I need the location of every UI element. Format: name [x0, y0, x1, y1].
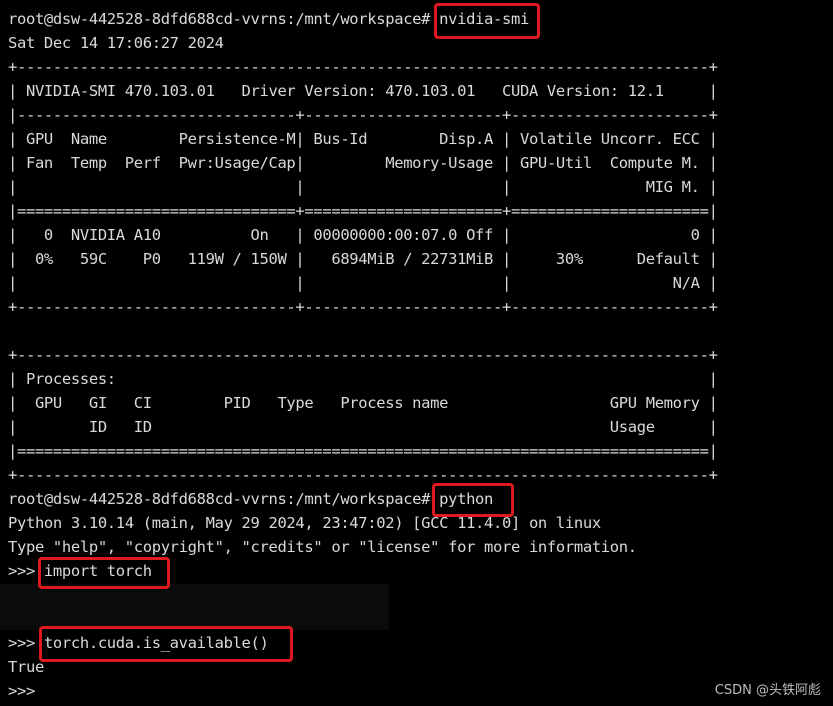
- shell-prompt-python: root@dsw-442528-8dfd688cd-vvrns:/mnt/wor…: [8, 490, 494, 508]
- gpu-row-3: | | | N/A |: [8, 274, 718, 292]
- processes-header-row-1: | GPU GI CI PID Type Process name GPU Me…: [8, 394, 718, 412]
- processes-border-top: +---------------------------------------…: [8, 346, 718, 364]
- processes-header-row-2: | ID ID Usage |: [8, 418, 718, 436]
- table-border-top: +---------------------------------------…: [8, 58, 718, 76]
- version-row: | NVIDIA-SMI 470.103.01 Driver Version: …: [8, 82, 718, 100]
- table-header-separator: |===============================+=======…: [8, 202, 718, 220]
- gpu-row-2: | 0% 59C P0 119W / 150W | 6894MiB / 2273…: [8, 250, 718, 268]
- processes-separator: |=======================================…: [8, 442, 718, 460]
- gpu-row-1: | 0 NVIDIA A10 On | 00000000:00:07.0 Off…: [8, 226, 718, 244]
- highlight-box-python: [432, 483, 514, 517]
- watermark: CSDN @头铁阿彪: [714, 683, 821, 698]
- table-header-row-3: | | | MIG M. |: [8, 178, 718, 196]
- table-header-row-1: | GPU Name Persistence-M| Bus-Id Disp.A …: [8, 130, 718, 148]
- table-divider: |-------------------------------+-------…: [8, 106, 718, 124]
- highlight-box-nvidia-smi: [434, 3, 540, 39]
- table-header-row-2: | Fan Temp Perf Pwr:Usage/Cap| Memory-Us…: [8, 154, 718, 172]
- highlight-box-import: [38, 557, 170, 589]
- processes-title-row: | Processes: |: [8, 370, 718, 388]
- highlight-box-cuda-check: [39, 626, 293, 662]
- processes-border-bottom: +---------------------------------------…: [8, 466, 718, 484]
- table-border-bottom: +-------------------------------+-------…: [8, 298, 718, 316]
- repl-prompt[interactable]: >>>: [8, 679, 35, 703]
- redacted-region: [0, 584, 389, 630]
- timestamp-line: Sat Dec 14 17:06:27 2024: [8, 34, 224, 52]
- python-help-line: Type "help", "copyright", "credits" or "…: [8, 538, 637, 556]
